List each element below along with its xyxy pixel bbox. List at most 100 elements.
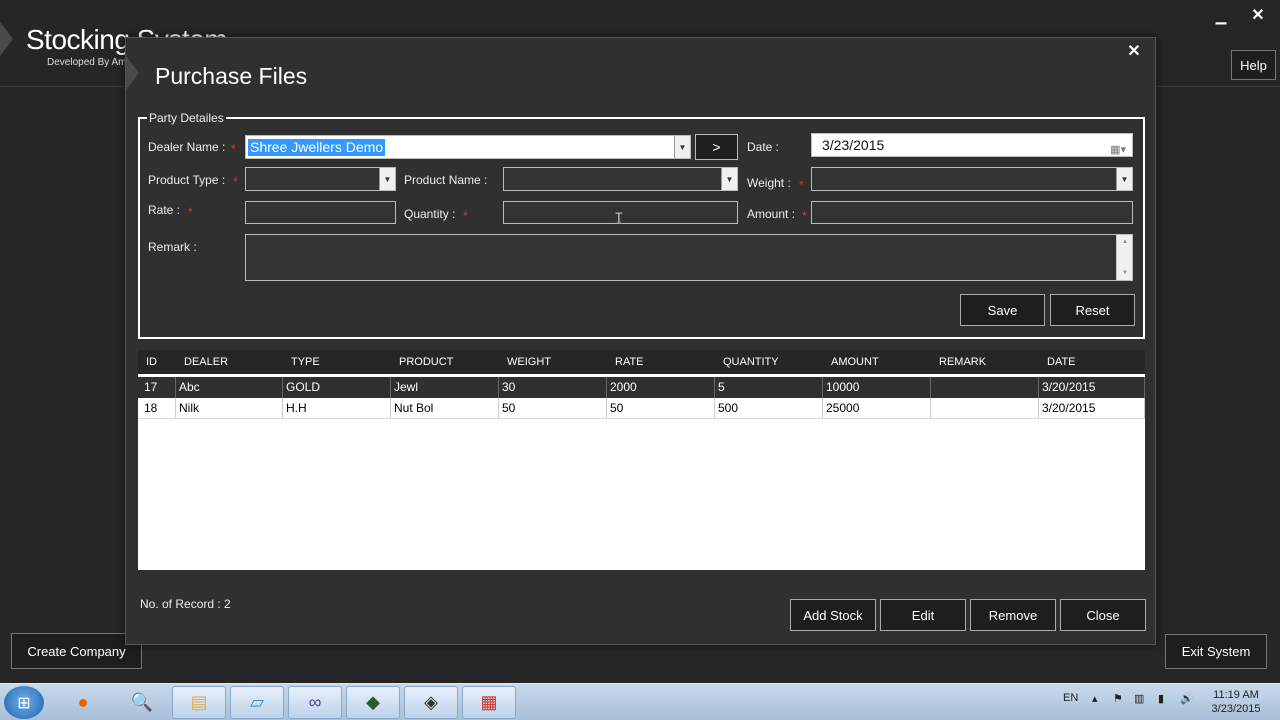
dealer-required-mark: * [231,142,236,156]
clock[interactable]: 11:19 AM 3/23/2015 [1206,688,1266,716]
grid-header: ID DEALER TYPE PRODUCT WEIGHT RATE QUANTITY AMO… [138,350,1145,374]
app-subtitle: Developed By Am [47,57,127,68]
scroll-up-icon[interactable]: ▲ [1117,239,1133,245]
table-cell-weight: 50 [499,398,607,418]
app-color-icon[interactable]: ▦ [462,686,516,719]
table-cell-date: 3/20/2015 [1039,377,1145,398]
column-header-amount[interactable]: AMOUNT [823,350,931,374]
explorer-icon[interactable]: ▤ [172,686,226,719]
dealer-name-combo[interactable]: Shree Jwellers Demo ▼ [245,135,691,159]
tray-arrow-icon[interactable]: ▴ [1092,692,1098,705]
app-green-icon[interactable]: ◆ [346,686,400,719]
weight-label: Weight : [747,176,791,190]
date-picker[interactable]: 3/23/2015 ▦▾ [811,133,1133,157]
minimize-icon[interactable]: ▁ [1214,8,1228,24]
remark-textarea[interactable]: ▲ ▼ [245,234,1133,281]
purchase-files-dialog: Purchase Files ✕ Party Detailes Dealer N… [125,37,1156,645]
dialog-chevron-icon [126,56,139,90]
search-files-icon[interactable]: 🔍 [115,686,169,719]
product-type-combo[interactable]: ▼ [245,167,396,191]
column-header-product[interactable]: PRODUCT [391,350,499,374]
close-window-icon[interactable]: ✕ [1250,8,1266,24]
weight-required-mark: * [799,178,804,192]
column-header-quantity[interactable]: QUANTITY [715,350,823,374]
table-cell-id: 17 [138,377,176,398]
rate-required-mark: * [188,205,193,219]
start-button[interactable]: ⊞ [4,686,44,719]
table-cell-remark [931,377,1039,398]
clock-date: 3/23/2015 [1211,703,1261,715]
exit-system-button[interactable]: Exit System [1165,634,1267,669]
network-icon[interactable]: ▥ [1134,692,1144,705]
volume-icon[interactable]: 🔊 [1180,692,1194,705]
date-value: 3/23/2015 [822,137,885,153]
column-header-date[interactable]: DATE [1039,350,1145,374]
table-cell-dealer: Abc [176,377,283,398]
table-row[interactable]: 18 Nilk H.H Nut Bol 50 50 500 25000 3/20/2015 [138,398,1145,419]
table-cell-weight: 30 [499,377,607,398]
amount-input[interactable] [811,201,1133,224]
product-name-combo[interactable]: ▼ [503,167,738,191]
help-button[interactable]: Help [1231,50,1276,80]
table-cell-rate: 2000 [607,377,715,398]
flag-icon[interactable]: ⚑ [1113,692,1123,705]
notepad-icon[interactable]: ▱ [230,686,284,719]
calendar-icon[interactable]: ▦▾ [1110,139,1126,161]
dealer-go-button[interactable]: > [695,134,738,160]
remark-scrollbar[interactable]: ▲ ▼ [1116,235,1132,280]
close-button[interactable]: Close [1060,599,1146,631]
remove-button[interactable]: Remove [970,599,1056,631]
chevron-down-icon[interactable]: ▼ [674,136,690,158]
create-company-button[interactable]: Create Company [11,633,142,669]
scroll-down-icon[interactable]: ▼ [1117,270,1133,276]
column-header-rate[interactable]: RATE [607,350,715,374]
app-dark-icon[interactable]: ◈ [404,686,458,719]
table-cell-type: GOLD [283,377,391,398]
table-cell-product: Nut Bol [391,398,499,418]
column-header-type[interactable]: TYPE [283,350,391,374]
column-header-id[interactable]: ID [138,350,176,374]
table-cell-remark [931,398,1039,418]
chevron-down-icon[interactable]: ▼ [1116,168,1132,190]
dealer-name-value: Shree Jwellers Demo [248,139,386,156]
product-name-label: Product Name : [404,173,488,187]
save-button[interactable]: Save [960,294,1045,326]
amount-label: Amount : [747,207,796,221]
table-cell-amount: 10000 [823,377,931,398]
table-cell-id: 18 [138,398,176,418]
quantity-required-mark: * [463,209,468,223]
weight-combo[interactable]: ▼ [811,167,1133,191]
language-indicator[interactable]: EN [1063,692,1078,704]
reset-button[interactable]: Reset [1050,294,1135,326]
table-cell-type: H.H [283,398,391,418]
app-chevron-icon [0,22,13,56]
clock-time: 11:19 AM [1213,689,1259,701]
table-cell-rate: 50 [607,398,715,418]
edit-button[interactable]: Edit [880,599,966,631]
dialog-title: Purchase Files [155,63,308,89]
text-cursor-icon: I [614,209,624,228]
record-count: No. of Record : 2 [140,597,231,611]
visual-studio-icon[interactable]: ∞ [288,686,342,719]
signal-icon[interactable]: ▮ [1158,692,1164,705]
column-header-remark[interactable]: REMARK [931,350,1039,374]
chevron-down-icon[interactable]: ▼ [379,168,395,190]
table-row[interactable]: 17 Abc GOLD Jewl 30 2000 5 10000 3/20/2015 [138,377,1145,398]
table-cell-quantity: 500 [715,398,823,418]
dealer-name-label: Dealer Name : [148,140,226,154]
purchase-grid[interactable]: ID DEALER TYPE PRODUCT WEIGHT RATE QUANTITY AMO… [138,350,1145,570]
add-stock-button[interactable]: Add Stock [790,599,876,631]
chevron-down-icon[interactable]: ▼ [721,168,737,190]
quantity-label: Quantity : [404,207,456,221]
product-type-label: Product Type : [148,173,226,187]
windows-logo-icon: ⊞ [17,694,31,712]
rate-input[interactable] [245,201,396,224]
dialog-close-icon[interactable]: ✕ [1126,44,1142,60]
date-label: Date : [747,140,780,154]
firefox-icon[interactable]: ● [56,686,110,719]
column-header-dealer[interactable]: DEALER [176,350,283,374]
table-cell-date: 3/20/2015 [1039,398,1145,418]
column-header-weight[interactable]: WEIGHT [499,350,607,374]
remark-label: Remark : [148,240,197,254]
taskbar: ⊞ ● 🔍 ▤ ▱ ∞ ◆ ◈ ▦ EN ▴ ⚑ ▥ ▮ 🔊 11:19 AM … [0,683,1280,720]
